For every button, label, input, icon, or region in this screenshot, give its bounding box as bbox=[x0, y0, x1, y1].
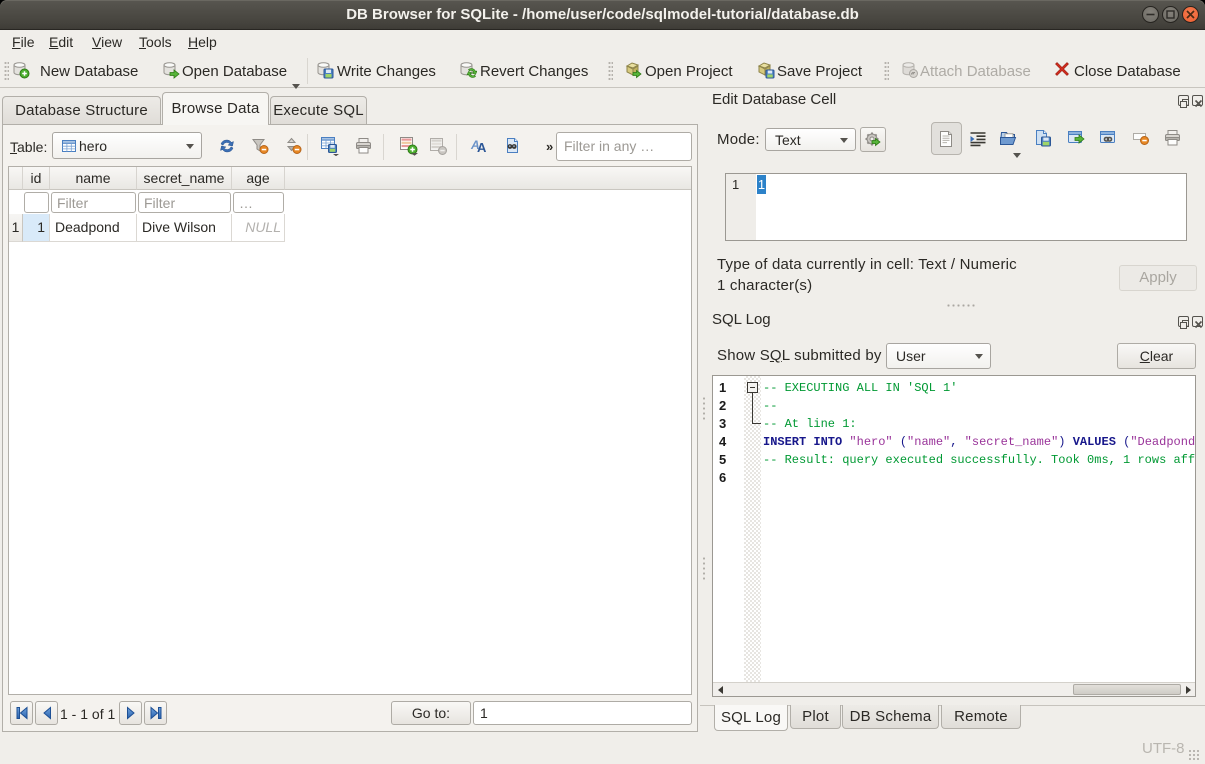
svg-text:A: A bbox=[477, 140, 487, 155]
